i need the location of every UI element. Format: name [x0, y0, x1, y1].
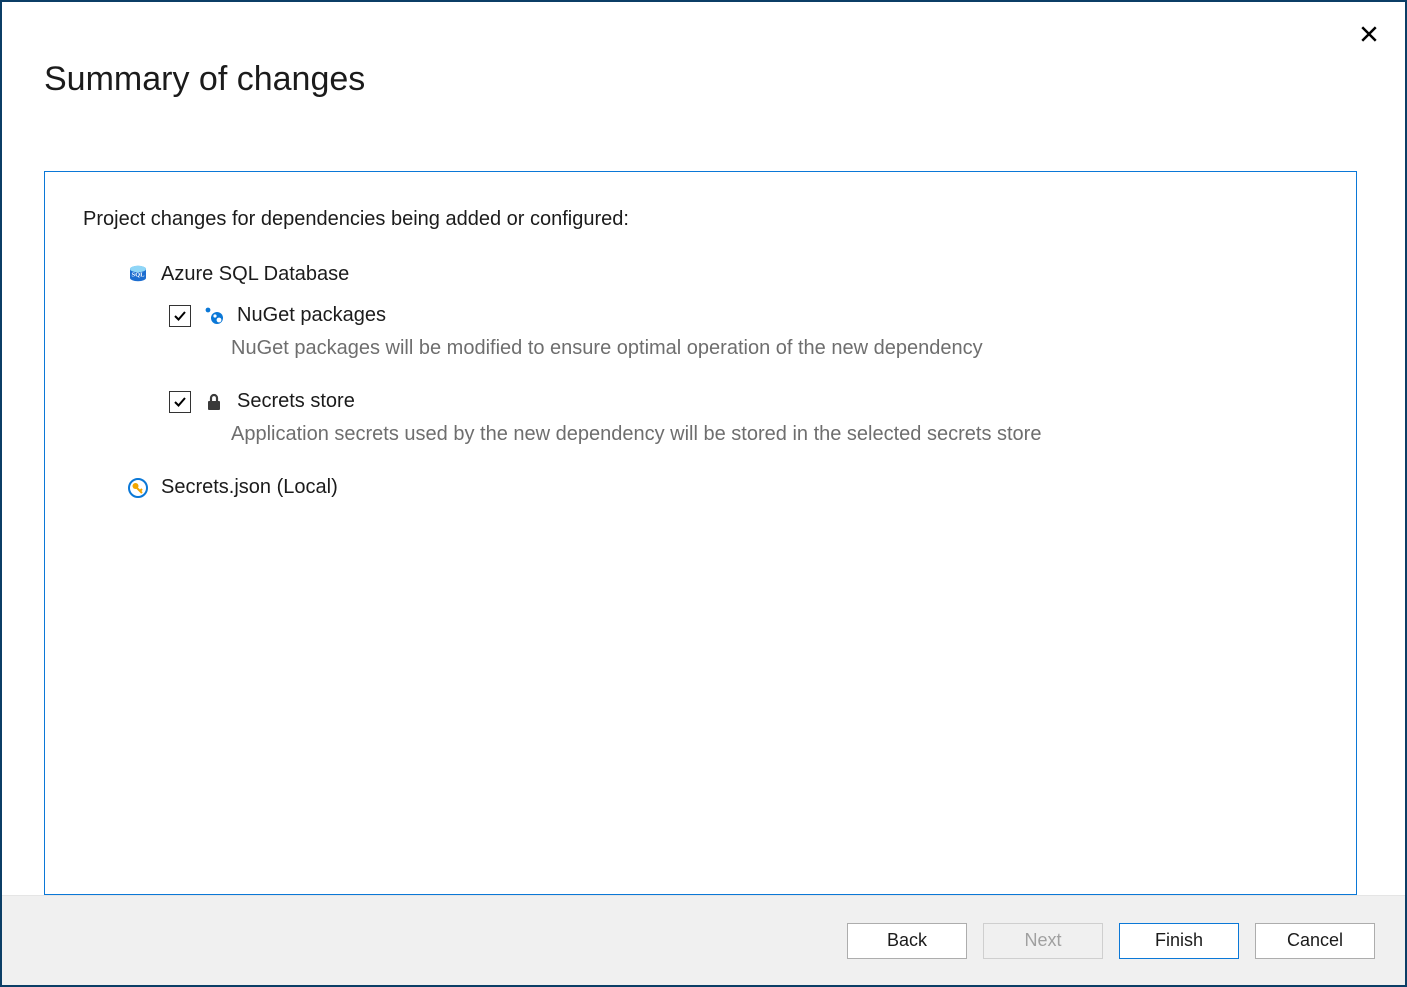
dialog-body: Project changes for dependencies being a… [2, 99, 1405, 895]
dependency-azure-sql: SQL Azure SQL Database [127, 263, 1318, 286]
close-button[interactable] [1355, 20, 1383, 48]
dependency-secrets-json: Secrets.json (Local) [127, 476, 1318, 499]
change-item-secrets-store: Secrets store Application secrets used b… [169, 390, 1318, 446]
key-icon [127, 477, 149, 499]
intro-text: Project changes for dependencies being a… [83, 208, 1318, 231]
check-icon [173, 309, 187, 323]
page-title: Summary of changes [2, 2, 1405, 99]
lock-icon [203, 391, 225, 413]
check-icon [173, 395, 187, 409]
changes-panel: Project changes for dependencies being a… [44, 171, 1357, 895]
change-item-desc: Application secrets used by the new depe… [231, 423, 1318, 446]
change-item-nuget: NuGet packages NuGet packages will be mo… [169, 304, 1318, 360]
sql-database-icon: SQL [127, 264, 149, 286]
checkbox-secrets-store[interactable] [169, 391, 191, 413]
close-icon [1360, 25, 1378, 43]
finish-button[interactable]: Finish [1119, 923, 1239, 959]
cancel-button[interactable]: Cancel [1255, 923, 1375, 959]
change-item-title: NuGet packages [237, 304, 386, 327]
dependency-label: Secrets.json (Local) [161, 476, 338, 499]
dependency-label: Azure SQL Database [161, 263, 349, 286]
svg-text:SQL: SQL [131, 271, 145, 278]
change-item-desc: NuGet packages will be modified to ensur… [231, 337, 1318, 360]
next-button: Next [983, 923, 1103, 959]
dialog: Summary of changes Project changes for d… [0, 0, 1407, 987]
nuget-icon [203, 305, 225, 327]
change-item-title: Secrets store [237, 390, 355, 413]
dialog-footer: Back Next Finish Cancel [2, 895, 1405, 985]
checkbox-nuget[interactable] [169, 305, 191, 327]
back-button[interactable]: Back [847, 923, 967, 959]
